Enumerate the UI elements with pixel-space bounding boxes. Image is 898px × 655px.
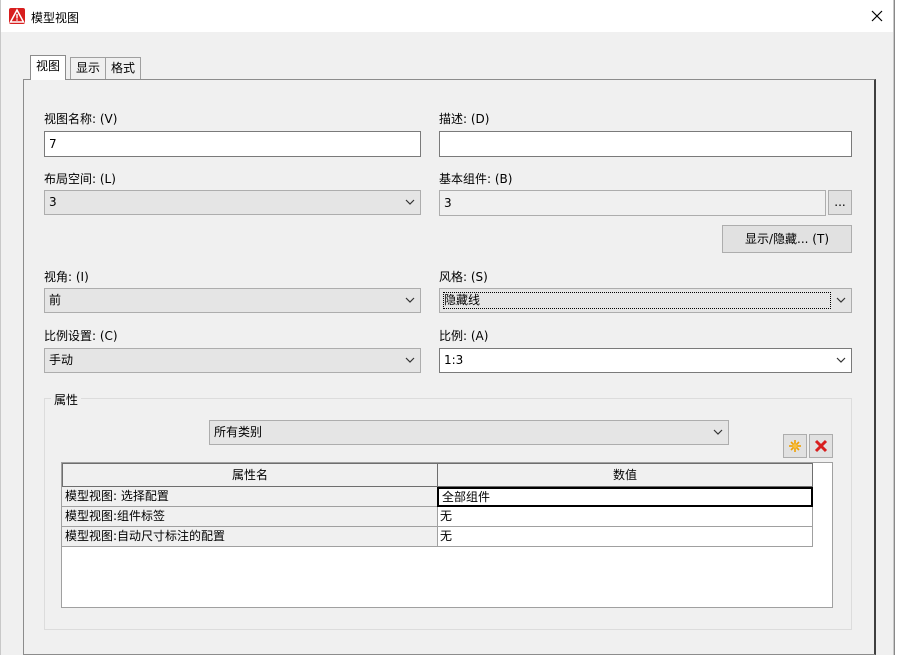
chevron-down-icon <box>405 199 415 205</box>
tab-view-label: 视图 <box>36 59 61 73</box>
delete-icon <box>814 439 828 453</box>
view-angle-label: 视角: (I) <box>44 270 89 284</box>
properties-grid: 属性名 数值 模型视图: 选择配置 全部组件 模型视图:组件标签 无 模型视图:… <box>61 462 833 608</box>
description-label: 描述: (D) <box>439 112 490 126</box>
tab-display-label: 显示 <box>76 61 101 75</box>
show-hide-button[interactable]: 显示/隐藏... (T) <box>722 225 852 253</box>
window-title: 模型视图 <box>31 11 80 25</box>
style-value: 隐藏线 <box>444 293 481 307</box>
base-component-label: 基本组件: (B) <box>439 172 513 186</box>
column-header-name[interactable]: 属性名 <box>62 463 438 487</box>
star-icon <box>789 440 801 452</box>
view-name-label: 视图名称: (V) <box>44 112 118 126</box>
add-property-button[interactable] <box>783 434 807 458</box>
view-angle-select[interactable]: 前 <box>44 288 421 313</box>
scale-setting-value: 手动 <box>49 353 74 367</box>
style-select[interactable]: 隐藏线 <box>439 288 852 313</box>
title-bar: 模型视图 <box>1 0 893 32</box>
row-0-name[interactable]: 模型视图: 选择配置 <box>62 487 438 507</box>
scale-setting-select[interactable]: 手动 <box>44 348 421 373</box>
row-0-value[interactable]: 全部组件 <box>437 487 813 507</box>
row-2-name[interactable]: 模型视图:自动尺寸标注的配置 <box>62 527 438 547</box>
properties-group-title: 属性 <box>51 391 82 408</box>
scale-setting-label: 比例设置: (C) <box>44 329 118 343</box>
chevron-down-icon <box>836 297 846 303</box>
view-name-input[interactable]: 7 <box>44 131 421 157</box>
chevron-down-icon <box>405 297 415 303</box>
background-app-edge <box>894 0 898 655</box>
layout-space-label: 布局空间: (L) <box>44 172 116 186</box>
scale-label: 比例: (A) <box>439 329 489 343</box>
row-1-value[interactable]: 无 <box>437 507 813 527</box>
view-angle-value: 前 <box>49 293 62 307</box>
layout-space-value: 3 <box>49 195 57 209</box>
chevron-down-icon <box>713 429 723 435</box>
category-value: 所有类别 <box>214 425 263 439</box>
chevron-down-icon <box>836 357 846 363</box>
close-button[interactable] <box>861 0 893 32</box>
column-header-value[interactable]: 数值 <box>437 463 813 487</box>
app-warning-icon <box>9 8 25 24</box>
dialog-window: 模型视图 视图 显示 格式 视图名称: (V) 7 描述: (D) 布局空间: … <box>0 0 894 655</box>
close-icon <box>871 10 883 22</box>
base-component-input[interactable]: 3 <box>439 190 826 216</box>
tab-display[interactable]: 显示 <box>70 57 107 80</box>
chevron-down-icon <box>405 357 415 363</box>
browse-button[interactable]: ... <box>828 190 852 215</box>
tab-format-label: 格式 <box>111 61 136 75</box>
style-label: 风格: (S) <box>439 270 488 284</box>
row-1-name[interactable]: 模型视图:组件标签 <box>62 507 438 527</box>
delete-property-button[interactable] <box>809 434 833 458</box>
scale-value: 1:3 <box>444 353 464 367</box>
row-2-value[interactable]: 无 <box>437 527 813 547</box>
category-select[interactable]: 所有类别 <box>209 420 729 445</box>
tab-format[interactable]: 格式 <box>105 57 142 80</box>
tab-view[interactable]: 视图 <box>30 55 67 80</box>
description-input[interactable] <box>439 131 852 157</box>
scale-select[interactable]: 1:3 <box>439 348 852 373</box>
layout-space-select[interactable]: 3 <box>44 190 421 215</box>
focus-rect <box>443 292 831 309</box>
